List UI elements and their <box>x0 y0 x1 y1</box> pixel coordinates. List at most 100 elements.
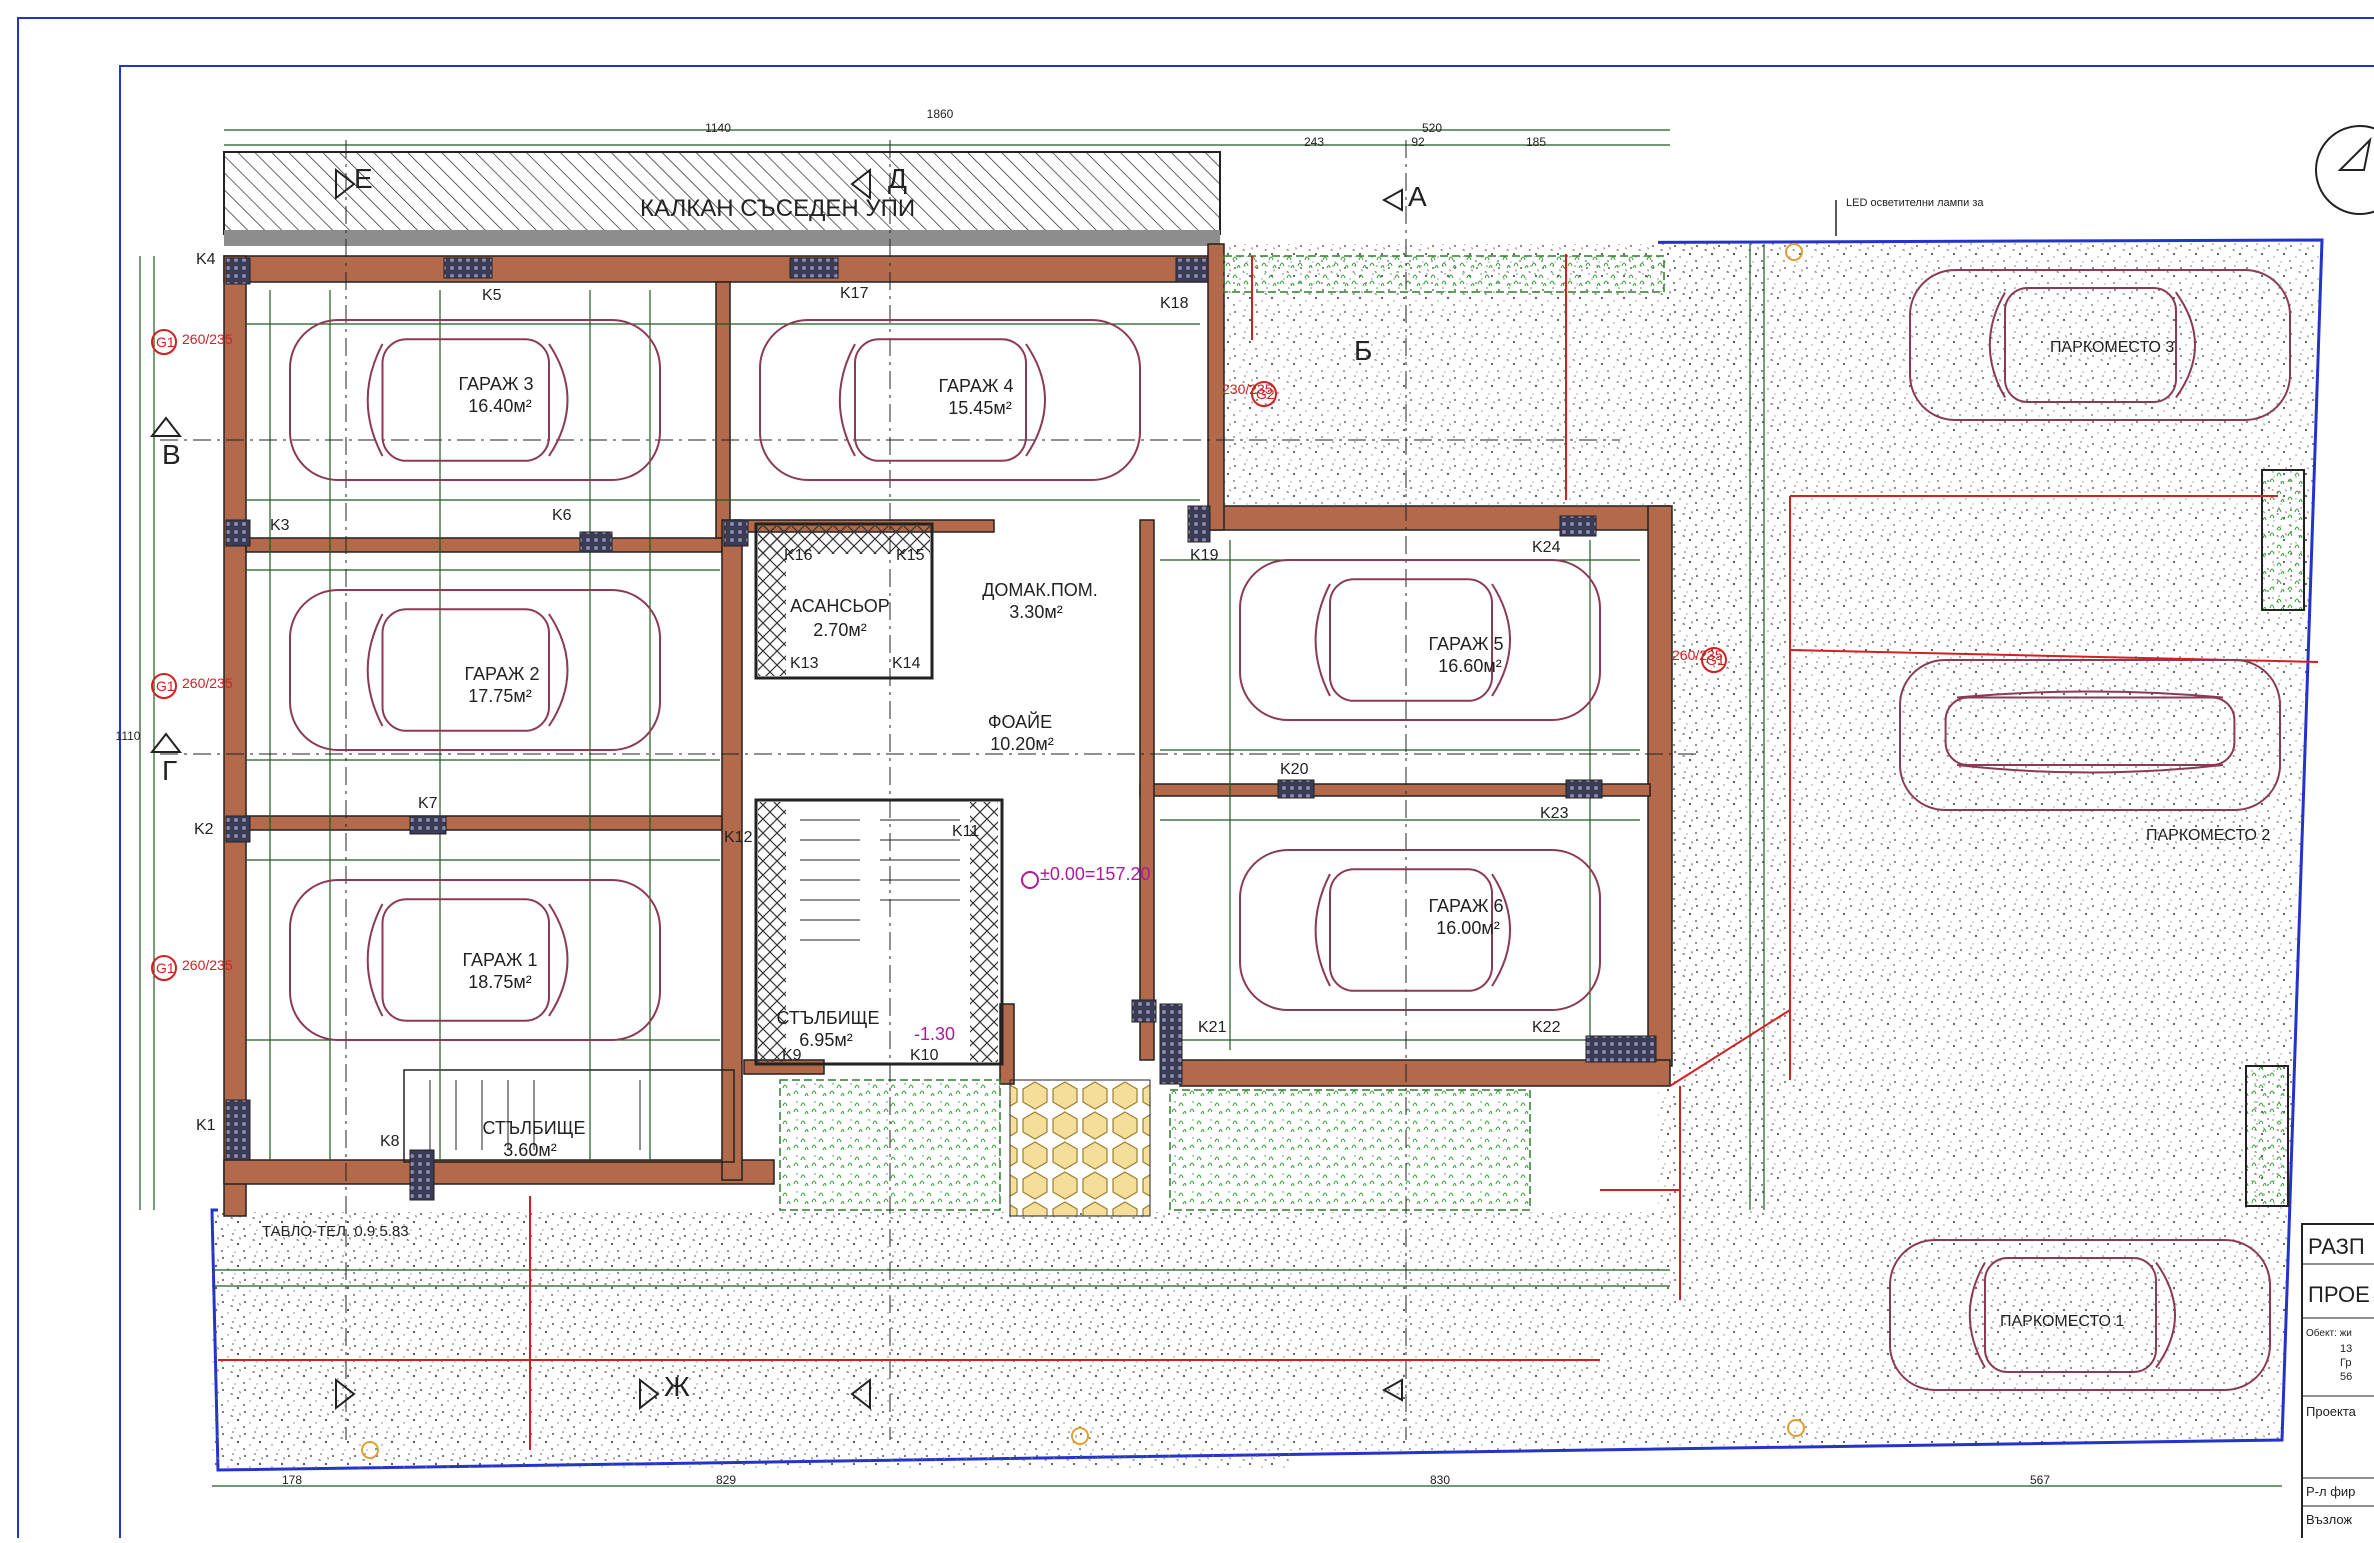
col-k8: K8 <box>380 1133 400 1150</box>
garage5-name: ГАРАЖ 5 <box>1429 634 1504 654</box>
title-obekt-line2: Гр <box>2340 1357 2351 1369</box>
door-g2-dims: 230/235 <box>1222 381 1273 397</box>
section-b-right: Б <box>1354 335 1372 366</box>
garage5-area: 16.60м² <box>1438 656 1501 676</box>
foyer-area: 10.20м² <box>990 734 1053 754</box>
col-k7: K7 <box>418 795 438 812</box>
green-planter-1 <box>2261 469 2305 611</box>
title-obekt-line1: 13 <box>2340 1343 2352 1355</box>
parking2-label: ПАРКОМЕСТО 2 <box>2146 827 2270 844</box>
foyer-name: ФОАЙЕ <box>988 711 1052 732</box>
green-planter-2 <box>2245 1065 2289 1207</box>
stair2-area: 3.60м² <box>503 1140 556 1160</box>
dim-a: 243 <box>1304 135 1324 149</box>
floor-plan-drawing: КАЛКАН СЪСЕДЕН УПИ ГАРАЖ 3 16.40м² ГАРАЖ… <box>0 0 2374 1543</box>
col-k21: K21 <box>1198 1019 1227 1036</box>
col-k6: K6 <box>552 507 572 524</box>
door-g1-d-dims: 260/235 <box>1672 647 1723 663</box>
section-g-left: Г <box>162 755 177 786</box>
col-k18: K18 <box>1160 295 1189 312</box>
parking3-label: ПАРКОМЕСТО 3 <box>2050 339 2174 356</box>
elevator-area: 2.70м² <box>813 620 866 640</box>
label-tablo: ТАБЛО-ТЕЛ. 0.9 5.83 <box>262 1223 409 1240</box>
garage1-area: 18.75м² <box>468 972 531 992</box>
title-assign: Възлож <box>2306 1512 2352 1527</box>
stair2-name: СТЪЛБИЩЕ <box>482 1118 585 1138</box>
dim-overall: 1860 <box>927 107 954 121</box>
garage2-area: 17.75м² <box>468 686 531 706</box>
garage3-area: 16.40м² <box>468 396 531 416</box>
led-note: LED осветителни лампи за <box>1846 197 1984 209</box>
garage3-name: ГАРАЖ 3 <box>459 374 534 394</box>
stair-name: СТЪЛБИЩЕ <box>776 1008 879 1028</box>
parking1-label: ПАРКОМЕСТО 1 <box>2000 1313 2124 1330</box>
col-k4: K4 <box>196 251 216 268</box>
col-k3: K3 <box>270 517 290 534</box>
dim-right: 520 <box>1422 121 1442 135</box>
title-obekt-line3: 56 <box>2340 1371 2352 1383</box>
dim-b: 92 <box>1411 135 1425 149</box>
neighbor-wall-label: КАЛКАН СЪСЕДЕН УПИ <box>640 195 915 222</box>
col-k14: K14 <box>892 655 921 672</box>
col-k16: K16 <box>784 547 813 564</box>
dim-bottom-d: 567 <box>2030 1473 2050 1487</box>
col-k24: K24 <box>1532 539 1561 556</box>
elevator-name: АСАНСЬОР <box>790 596 890 616</box>
garage4-area: 15.45м² <box>948 398 1011 418</box>
dim-left: 1140 <box>705 121 731 135</box>
col-k1: K1 <box>196 1117 216 1134</box>
green-bed-bottom-right <box>1169 1089 1531 1211</box>
door-g1-a-dims: 260/235 <box>182 331 233 347</box>
level-mark: ±0.00=157.20 <box>1040 864 1150 884</box>
door-g1-c: G1 <box>156 960 175 976</box>
section-e-top: Е <box>354 163 373 194</box>
dim-c: 185 <box>1526 135 1546 149</box>
storage-area: 3.30м² <box>1009 602 1062 622</box>
level-minus: -1.30 <box>914 1024 955 1044</box>
door-g1-c-dims: 260/235 <box>182 957 233 973</box>
col-k5: K5 <box>482 287 502 304</box>
section-b-left: В <box>162 439 181 470</box>
dim-bottom-b: 829 <box>716 1473 736 1487</box>
garage1-name: ГАРАЖ 1 <box>463 950 538 970</box>
garage6-area: 16.00м² <box>1436 918 1499 938</box>
door-g1-b: G1 <box>156 678 175 694</box>
section-a-top: А <box>1408 181 1427 212</box>
col-k22: K22 <box>1532 1019 1561 1036</box>
title-proekt: Проекта <box>2306 1404 2357 1419</box>
door-g1-b-dims: 260/235 <box>182 675 233 691</box>
col-k11: K11 <box>952 823 979 840</box>
stair-area: 6.95м² <box>799 1030 852 1050</box>
title-obekt: Обект: жи <box>2306 1327 2352 1339</box>
title-firm: Р-л фир <box>2306 1484 2355 1499</box>
col-k15: K15 <box>896 547 925 564</box>
col-k10: K10 <box>910 1047 939 1064</box>
section-zh-bottom: Ж <box>664 1371 690 1402</box>
floor-plan-svg: КАЛКАН СЪСЕДЕН УПИ ГАРАЖ 3 16.40м² ГАРАЖ… <box>17 17 2374 1543</box>
garage4-name: ГАРАЖ 4 <box>939 376 1014 396</box>
gravel-strip-bottom <box>212 1212 1292 1470</box>
col-k12: K12 <box>724 829 753 846</box>
col-k13: K13 <box>790 655 819 672</box>
garage6-name: ГАРАЖ 6 <box>1429 896 1504 916</box>
title-row2: ПРОЕ <box>2308 1282 2370 1307</box>
door-g1-a: G1 <box>156 334 175 350</box>
courtyard-gravel <box>1665 244 1775 1212</box>
dim-bottom-a: 178 <box>282 1473 302 1487</box>
dim-bottom-c: 830 <box>1430 1473 1450 1487</box>
section-d-top: Д <box>888 163 907 194</box>
north-arrow <box>2315 125 2374 215</box>
paver-area <box>1009 1079 1151 1217</box>
col-k2: K2 <box>194 821 214 838</box>
title-row1: РАЗП <box>2308 1234 2365 1259</box>
col-k19: K19 <box>1190 547 1219 564</box>
neighbor-wall-cap <box>224 230 1220 246</box>
storage-name: ДОМАК.ПОМ. <box>982 580 1098 600</box>
garage2-name: ГАРАЖ 2 <box>465 664 540 684</box>
col-k9: K9 <box>782 1047 802 1064</box>
col-k23: K23 <box>1540 805 1569 822</box>
green-strip-top <box>1223 255 1665 293</box>
dim-left-total: 1110 <box>116 729 141 743</box>
col-k17: K17 <box>840 285 869 302</box>
title-block: РАЗП ПРОЕ Обект: жи 13 Гр 56 Проекта Р-л… <box>2301 1223 2374 1543</box>
